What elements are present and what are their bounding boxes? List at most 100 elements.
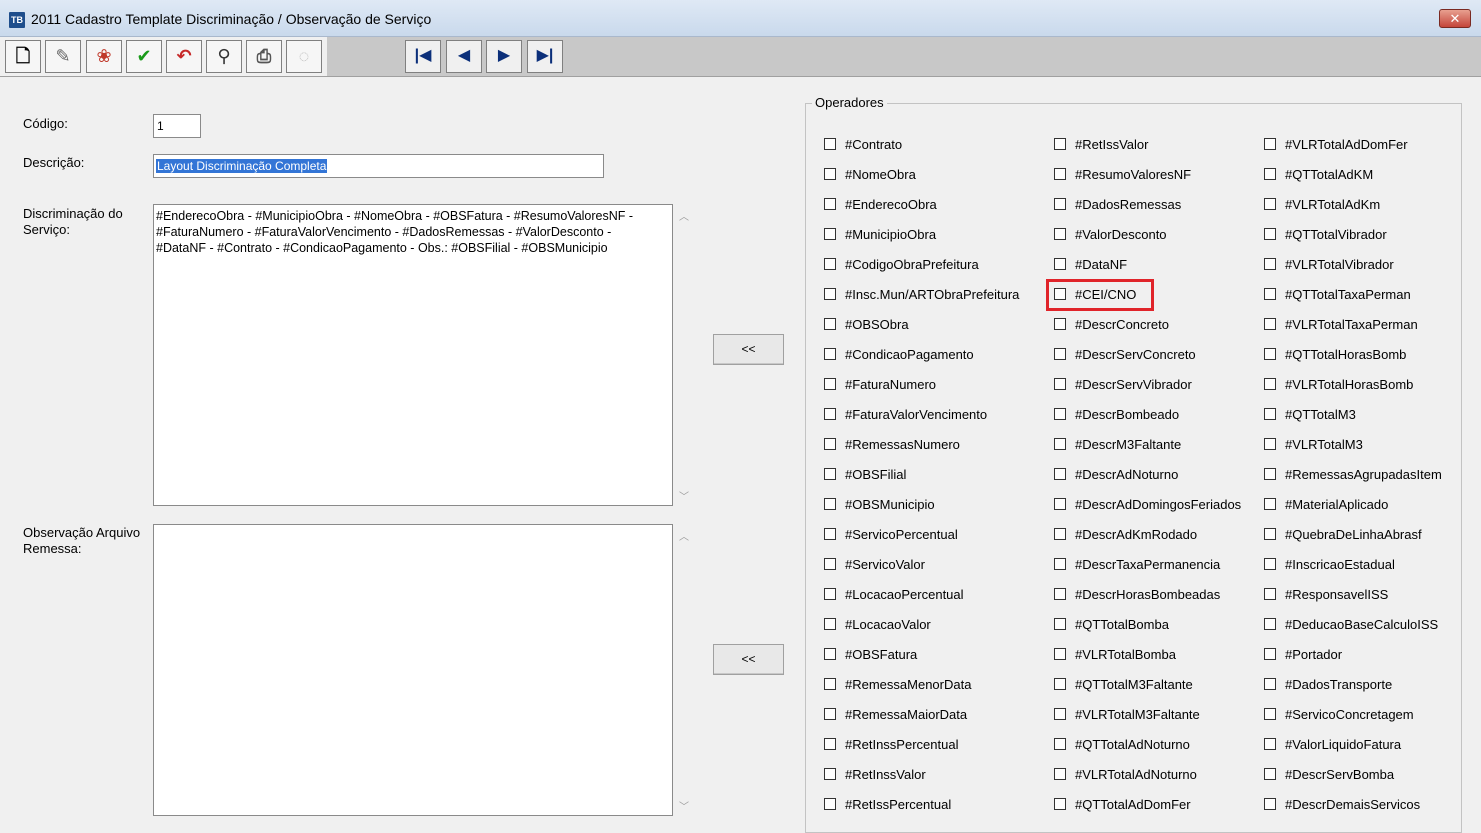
scroll-up-icon[interactable]: ︿ bbox=[679, 208, 689, 223]
checkbox[interactable] bbox=[1264, 588, 1276, 600]
checkbox[interactable] bbox=[824, 168, 836, 180]
operador-checkbox-item[interactable]: #ServicoPercentual bbox=[824, 526, 958, 542]
operador-checkbox-item[interactable]: #VLRTotalHorasBomb bbox=[1264, 376, 1413, 392]
operador-checkbox-item[interactable]: #RemessasNumero bbox=[824, 436, 960, 452]
operador-checkbox-item[interactable]: #DescrConcreto bbox=[1054, 316, 1169, 332]
checkbox[interactable] bbox=[1054, 348, 1066, 360]
checkbox[interactable] bbox=[1264, 468, 1276, 480]
checkbox[interactable] bbox=[1054, 168, 1066, 180]
checkbox[interactable] bbox=[1054, 798, 1066, 810]
checkbox[interactable] bbox=[1054, 438, 1066, 450]
operador-checkbox-item[interactable]: #RetIssPercentual bbox=[824, 796, 951, 812]
checkbox[interactable] bbox=[1264, 618, 1276, 630]
operador-checkbox-item[interactable]: #DadosTransporte bbox=[1264, 676, 1392, 692]
operador-checkbox-item[interactable]: #LocacaoPercentual bbox=[824, 586, 964, 602]
last-record-icon[interactable]: ▶| bbox=[527, 40, 563, 73]
checkbox[interactable] bbox=[1264, 528, 1276, 540]
checkbox[interactable] bbox=[1054, 528, 1066, 540]
operador-checkbox-item[interactable]: #RetIssValor bbox=[1054, 136, 1148, 152]
operador-checkbox-item[interactable]: #RemessaMenorData bbox=[824, 676, 971, 692]
operador-checkbox-item[interactable]: #DescrDemaisServicos bbox=[1264, 796, 1420, 812]
operador-checkbox-item[interactable]: #VLRTotalM3 bbox=[1264, 436, 1363, 452]
operador-checkbox-item[interactable]: #ServicoValor bbox=[824, 556, 925, 572]
operador-checkbox-item[interactable]: #VLRTotalM3Faltante bbox=[1054, 706, 1200, 722]
checkbox[interactable] bbox=[1054, 738, 1066, 750]
checkbox[interactable] bbox=[824, 738, 836, 750]
operador-checkbox-item[interactable]: #MunicipioObra bbox=[824, 226, 936, 242]
codigo-input[interactable]: 1 bbox=[153, 114, 201, 138]
operador-checkbox-item[interactable]: #InscricaoEstadual bbox=[1264, 556, 1395, 572]
confirm-check-icon[interactable]: ✔ bbox=[126, 40, 162, 73]
previous-record-icon[interactable]: ◀ bbox=[446, 40, 482, 73]
checkbox[interactable] bbox=[1264, 408, 1276, 420]
print-icon[interactable]: ⎙ bbox=[246, 40, 282, 73]
checkbox[interactable] bbox=[1054, 408, 1066, 420]
checkbox[interactable] bbox=[1264, 648, 1276, 660]
checkbox[interactable] bbox=[1264, 168, 1276, 180]
checkbox[interactable] bbox=[1054, 618, 1066, 630]
operador-checkbox-item[interactable]: #DescrServVibrador bbox=[1054, 376, 1192, 392]
checkbox[interactable] bbox=[824, 228, 836, 240]
operador-checkbox-item[interactable]: #DeducaoBaseCalculoISS bbox=[1264, 616, 1438, 632]
scroll-down-icon[interactable]: ﹀ bbox=[679, 488, 689, 503]
operador-checkbox-item[interactable]: #RemessasAgrupadasItem bbox=[1264, 466, 1442, 482]
operador-checkbox-item[interactable]: #OBSFilial bbox=[824, 466, 906, 482]
checkbox[interactable] bbox=[1054, 498, 1066, 510]
checkbox[interactable] bbox=[824, 648, 836, 660]
checkbox[interactable] bbox=[824, 798, 836, 810]
operador-checkbox-item[interactable]: #CondicaoPagamento bbox=[824, 346, 974, 362]
first-record-icon[interactable]: |◀ bbox=[405, 40, 441, 73]
checkbox[interactable] bbox=[1054, 708, 1066, 720]
operador-checkbox-item[interactable]: #VLRTotalAdDomFer bbox=[1264, 136, 1408, 152]
edit-pencil-icon[interactable]: ✎ bbox=[45, 40, 81, 73]
operador-checkbox-item[interactable]: #OBSMunicipio bbox=[824, 496, 935, 512]
operador-checkbox-item[interactable]: #FaturaValorVencimento bbox=[824, 406, 987, 422]
checkbox[interactable] bbox=[824, 348, 836, 360]
checkbox[interactable] bbox=[1264, 708, 1276, 720]
checkbox[interactable] bbox=[1264, 678, 1276, 690]
close-button[interactable]: ✕ bbox=[1439, 9, 1471, 28]
operador-checkbox-item[interactable]: #VLRTotalTaxaPerman bbox=[1264, 316, 1418, 332]
checkbox[interactable] bbox=[1054, 258, 1066, 270]
checkbox[interactable] bbox=[1264, 258, 1276, 270]
checkbox[interactable] bbox=[1054, 588, 1066, 600]
operador-checkbox-item[interactable]: #DescrServBomba bbox=[1264, 766, 1394, 782]
checkbox[interactable] bbox=[1264, 198, 1276, 210]
next-record-icon[interactable]: ▶ bbox=[486, 40, 522, 73]
checkbox[interactable] bbox=[1264, 738, 1276, 750]
checkbox[interactable] bbox=[1054, 678, 1066, 690]
checkbox[interactable] bbox=[1264, 498, 1276, 510]
checkbox[interactable] bbox=[1054, 318, 1066, 330]
operador-checkbox-item[interactable]: #CodigoObraPrefeitura bbox=[824, 256, 979, 272]
checkbox[interactable] bbox=[824, 768, 836, 780]
operador-checkbox-item[interactable]: #DescrAdKmRodado bbox=[1054, 526, 1197, 542]
operador-checkbox-item[interactable]: #ServicoConcretagem bbox=[1264, 706, 1414, 722]
operador-checkbox-item[interactable]: #QTTotalAdKM bbox=[1264, 166, 1373, 182]
operador-checkbox-item[interactable]: #DadosRemessas bbox=[1054, 196, 1181, 212]
operador-checkbox-item[interactable]: #DescrAdDomingosFeriados bbox=[1054, 496, 1241, 512]
checkbox[interactable] bbox=[1264, 558, 1276, 570]
discriminacao-textarea[interactable]: #EnderecoObra - #MunicipioObra - #NomeOb… bbox=[153, 204, 673, 506]
checkbox[interactable] bbox=[1054, 468, 1066, 480]
operador-checkbox-item[interactable]: #Insc.Mun/ARTObraPrefeitura bbox=[824, 286, 1019, 302]
checkbox[interactable] bbox=[824, 558, 836, 570]
checkbox[interactable] bbox=[824, 198, 836, 210]
checkbox[interactable] bbox=[1264, 378, 1276, 390]
operador-checkbox-item[interactable]: #DescrServConcreto bbox=[1054, 346, 1196, 362]
operador-checkbox-item[interactable]: #OBSFatura bbox=[824, 646, 917, 662]
checkbox[interactable] bbox=[824, 588, 836, 600]
operador-checkbox-item[interactable]: #DataNF bbox=[1054, 256, 1127, 272]
operador-checkbox-item[interactable]: #QTTotalBomba bbox=[1054, 616, 1169, 632]
checkbox[interactable] bbox=[1054, 138, 1066, 150]
checkbox[interactable] bbox=[1264, 768, 1276, 780]
checkbox[interactable] bbox=[1264, 348, 1276, 360]
checkbox[interactable] bbox=[1054, 198, 1066, 210]
operador-checkbox-item[interactable]: #Contrato bbox=[824, 136, 902, 152]
operador-checkbox-item[interactable]: #RetInssPercentual bbox=[824, 736, 958, 752]
operador-checkbox-item[interactable]: #DescrM3Faltante bbox=[1054, 436, 1181, 452]
observacao-textarea[interactable] bbox=[153, 524, 673, 816]
checkbox[interactable] bbox=[1054, 558, 1066, 570]
operador-checkbox-item[interactable]: #DescrAdNoturno bbox=[1054, 466, 1178, 482]
checkbox[interactable] bbox=[1264, 798, 1276, 810]
descricao-input[interactable]: Layout Discriminação Completa bbox=[153, 154, 604, 178]
